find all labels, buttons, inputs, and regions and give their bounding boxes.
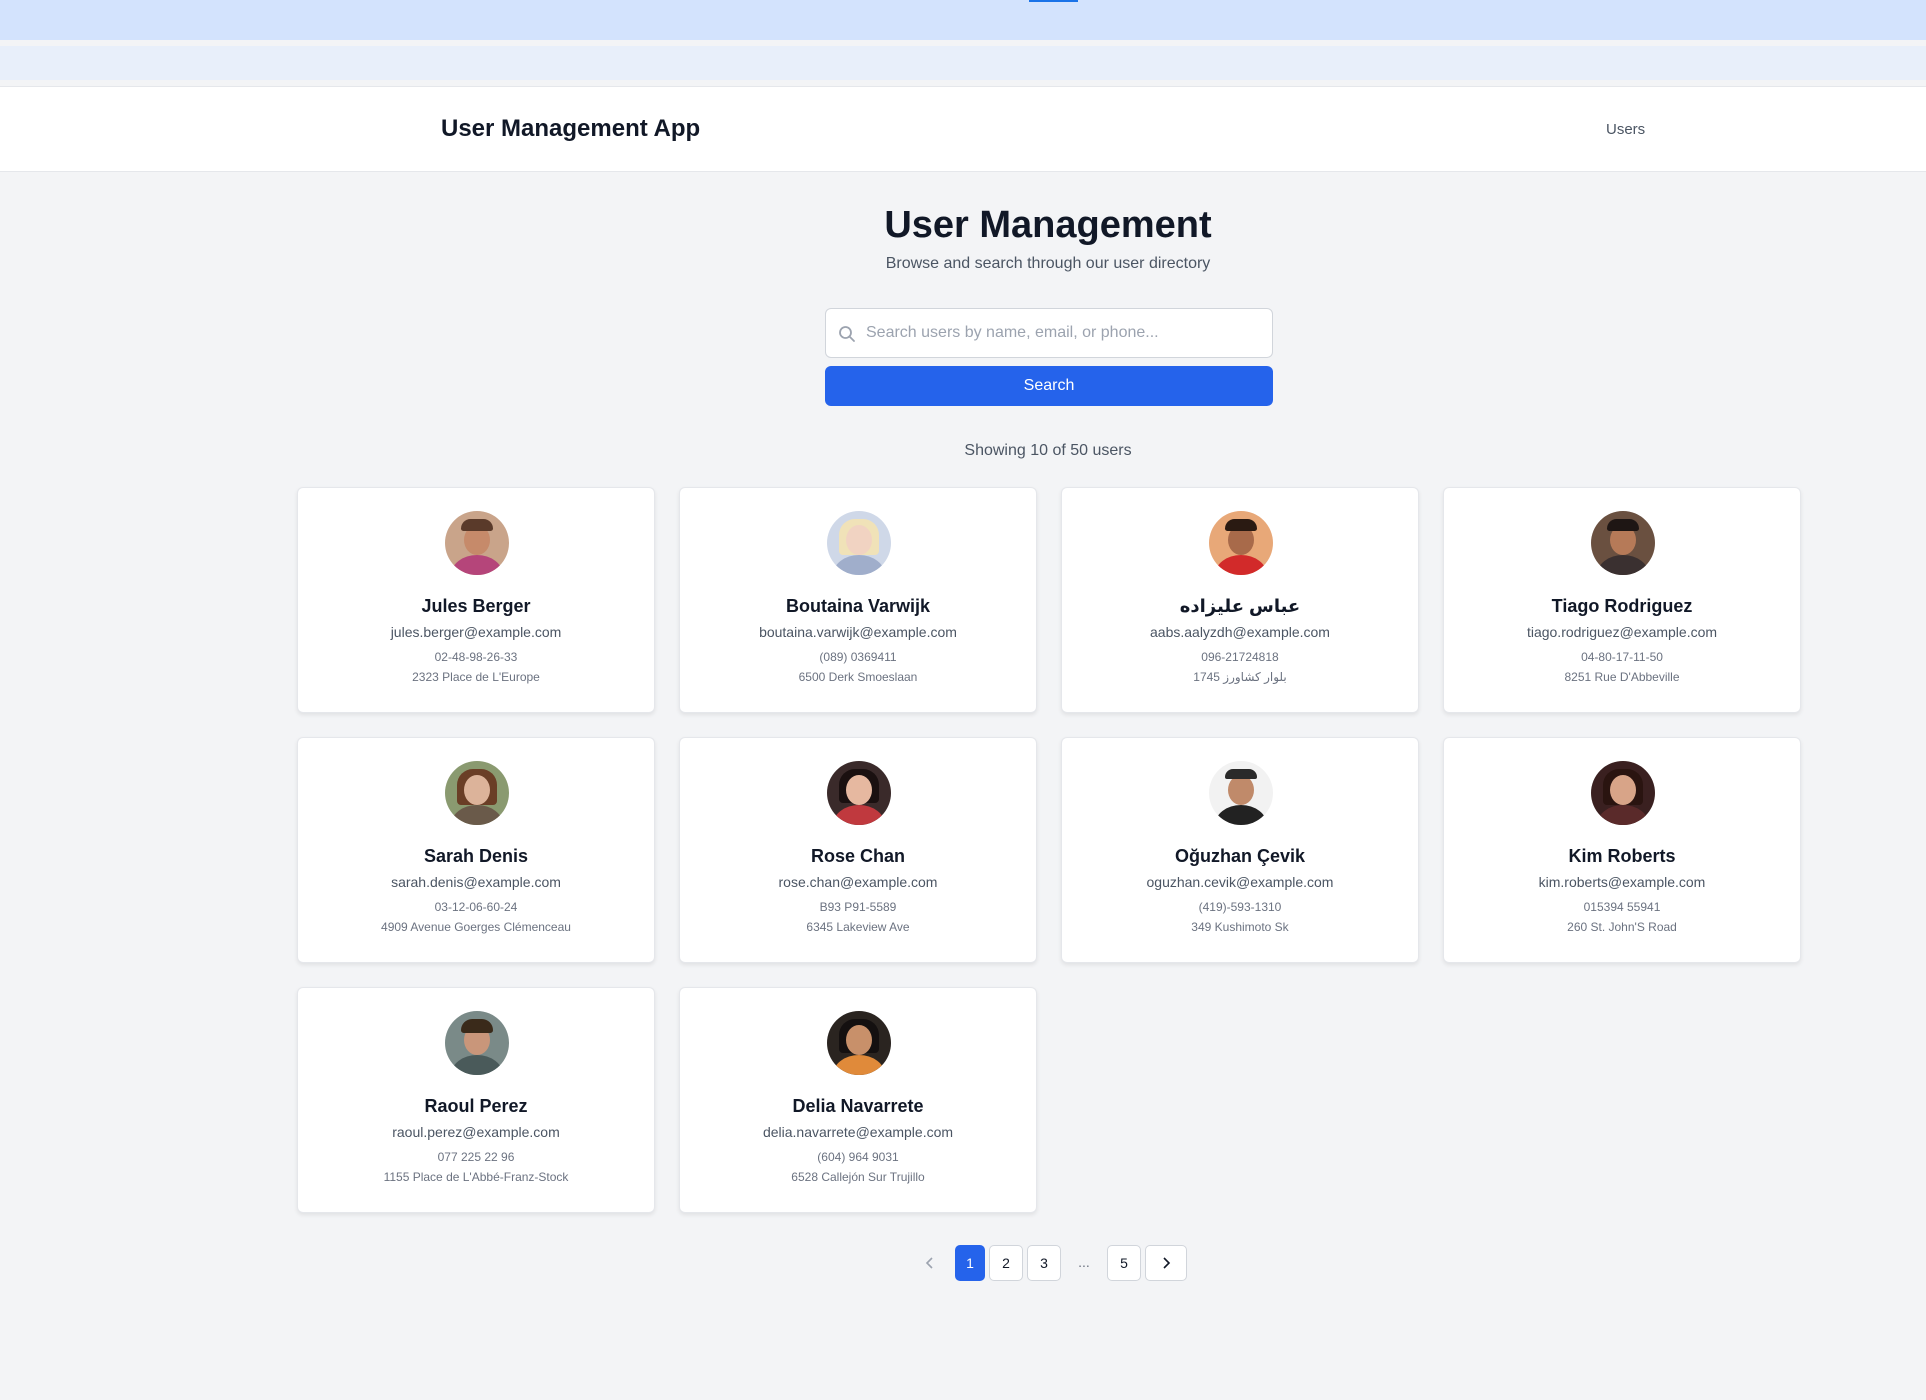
user-card[interactable]: Tiago Rodriguez tiago.rodriguez@example.…: [1443, 487, 1801, 713]
user-name: Kim Roberts: [1568, 846, 1676, 866]
user-card[interactable]: Oğuzhan Çevik oguzhan.cevik@example.com …: [1061, 737, 1419, 963]
user-phone: (419)-593-1310: [1198, 900, 1282, 914]
search-button[interactable]: Search: [825, 366, 1273, 406]
user-name: Delia Navarrete: [792, 1096, 924, 1116]
user-name: عباس علیزاده: [1179, 596, 1301, 616]
user-email: kim.roberts@example.com: [1538, 874, 1706, 890]
avatar: [827, 511, 891, 575]
user-address: 1745 بلوار کشاورز: [1193, 670, 1287, 684]
avatar: [1209, 511, 1273, 575]
avatar: [827, 1011, 891, 1075]
user-phone: 077 225 22 96: [437, 1150, 515, 1164]
user-phone: 015394 55941: [1583, 900, 1661, 914]
user-address: 349 Kushimoto Sk: [1191, 920, 1289, 934]
user-email: sarah.denis@example.com: [391, 874, 561, 890]
user-card[interactable]: Raoul Perez raoul.perez@example.com 077 …: [297, 987, 655, 1213]
user-name: Sarah Denis: [423, 846, 529, 866]
search-input[interactable]: [866, 309, 1266, 357]
page-title: User Management: [884, 204, 1212, 246]
avatar: [1591, 761, 1655, 825]
user-card[interactable]: Delia Navarrete delia.navarrete@example.…: [679, 987, 1037, 1213]
user-phone: 02-48-98-26-33: [434, 650, 518, 664]
pagination-page-2[interactable]: 2: [989, 1245, 1023, 1281]
pagination-prev-button[interactable]: [911, 1245, 949, 1281]
user-name: Boutaina Varwijk: [785, 596, 931, 616]
user-name: Rose Chan: [810, 846, 906, 866]
app-title: User Management App: [441, 115, 701, 142]
user-email: raoul.perez@example.com: [392, 1124, 560, 1140]
user-address: 4909 Avenue Goerges Clémenceau: [381, 920, 571, 934]
user-name: Raoul Perez: [424, 1096, 528, 1116]
pagination-page-3[interactable]: 3: [1027, 1245, 1061, 1281]
avatar: [1209, 761, 1273, 825]
results-count: Showing 10 of 50 users: [964, 442, 1132, 459]
user-address: 6345 Lakeview Ave: [806, 920, 910, 934]
user-email: aabs.aalyzdh@example.com: [1150, 624, 1330, 640]
pagination-next-button[interactable]: [1145, 1245, 1187, 1281]
user-name: Oğuzhan Çevik: [1174, 846, 1306, 866]
browser-tab-strip: [0, 0, 1926, 40]
nav-link-users[interactable]: Users: [1606, 120, 1645, 140]
active-tab-indicator: [1029, 0, 1078, 2]
app-header: User Management App Users: [0, 86, 1926, 172]
user-email: oguzhan.cevik@example.com: [1146, 874, 1334, 890]
search-box: [825, 308, 1273, 358]
pagination-page-5[interactable]: 5: [1107, 1245, 1141, 1281]
user-card[interactable]: Sarah Denis sarah.denis@example.com 03-1…: [297, 737, 655, 963]
user-phone: 096-21724818: [1201, 650, 1279, 664]
user-address: 260 St. John'S Road: [1567, 920, 1677, 934]
user-email: tiago.rodriguez@example.com: [1526, 624, 1718, 640]
avatar: [445, 761, 509, 825]
user-card[interactable]: Boutaina Varwijk boutaina.varwijk@exampl…: [679, 487, 1037, 713]
user-name: Jules Berger: [421, 596, 531, 616]
user-email: jules.berger@example.com: [390, 624, 562, 640]
user-phone: 03-12-06-60-24: [434, 900, 518, 914]
pagination-page-1[interactable]: 1: [955, 1245, 985, 1281]
user-name: Tiago Rodriguez: [1551, 596, 1693, 616]
avatar: [445, 511, 509, 575]
search-icon: [838, 325, 856, 343]
avatar: [1591, 511, 1655, 575]
browser-toolbar: [0, 46, 1926, 80]
user-phone: (089) 0369411: [819, 650, 897, 664]
user-address: 8251 Rue D'Abbeville: [1564, 670, 1680, 684]
user-phone: 04-80-17-11-50: [1581, 650, 1663, 664]
user-phone: (604) 964 9031: [817, 1150, 899, 1164]
user-email: delia.navarrete@example.com: [762, 1124, 954, 1140]
avatar: [445, 1011, 509, 1075]
avatar: [827, 761, 891, 825]
user-card[interactable]: Jules Berger jules.berger@example.com 02…: [297, 487, 655, 713]
pagination-ellipsis: ...: [1078, 1254, 1090, 1270]
page-subtitle: Browse and search through our user direc…: [885, 255, 1211, 272]
user-email: rose.chan@example.com: [778, 874, 938, 890]
user-card[interactable]: عباس علیزاده aabs.aalyzdh@example.com 09…: [1061, 487, 1419, 713]
user-email: boutaina.varwijk@example.com: [759, 624, 957, 640]
user-address: 6500 Derk Smoeslaan: [798, 670, 918, 684]
user-address: 6528 Callejón Sur Trujillo: [791, 1170, 925, 1184]
user-card[interactable]: Rose Chan rose.chan@example.com B93 P91-…: [679, 737, 1037, 963]
user-address: 2323 Place de L'Europe: [412, 670, 540, 684]
user-card[interactable]: Kim Roberts kim.roberts@example.com 0153…: [1443, 737, 1801, 963]
user-address: 1155 Place de L'Abbé-Franz-Stock: [383, 1170, 569, 1184]
user-phone: B93 P91-5589: [819, 900, 897, 914]
